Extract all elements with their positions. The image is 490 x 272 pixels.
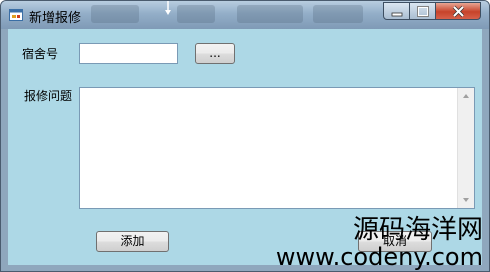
watermark: 源码海洋网 www.codeny.com <box>276 217 483 269</box>
scroll-up-icon[interactable] <box>458 88 474 105</box>
close-button[interactable] <box>435 2 481 20</box>
dorm-number-label: 宿舍号 <box>22 47 59 61</box>
watermark-site-name: 源码海洋网 <box>352 215 483 245</box>
close-icon <box>452 5 465 18</box>
dialog-window: 新增报修 宿舍号 ... 报修问题 添加 取消 源码海洋网 www.codeny… <box>0 0 490 272</box>
add-button[interactable]: 添加 <box>96 231 169 252</box>
minimize-icon <box>391 12 403 17</box>
title-bar-background <box>313 5 363 23</box>
app-form-icon <box>9 9 23 21</box>
title-bar-background <box>237 5 303 23</box>
mouse-cursor-icon <box>165 1 171 15</box>
title-bar-background <box>91 5 139 23</box>
watermark-url: www.codeny.com <box>275 243 483 271</box>
vertical-scrollbar[interactable] <box>457 88 474 208</box>
browse-dorm-button[interactable]: ... <box>195 43 235 64</box>
maximize-button[interactable] <box>409 2 436 20</box>
title-bar[interactable]: 新增报修 <box>1 1 489 29</box>
window-title: 新增报修 <box>29 11 82 26</box>
title-bar-background <box>177 5 215 23</box>
dorm-number-input[interactable] <box>79 43 178 64</box>
minimize-button[interactable] <box>383 2 410 20</box>
repair-issue-textarea[interactable] <box>79 87 475 209</box>
scroll-down-icon[interactable] <box>458 191 474 208</box>
maximize-icon <box>417 6 429 17</box>
repair-issue-label: 报修问题 <box>24 89 73 103</box>
